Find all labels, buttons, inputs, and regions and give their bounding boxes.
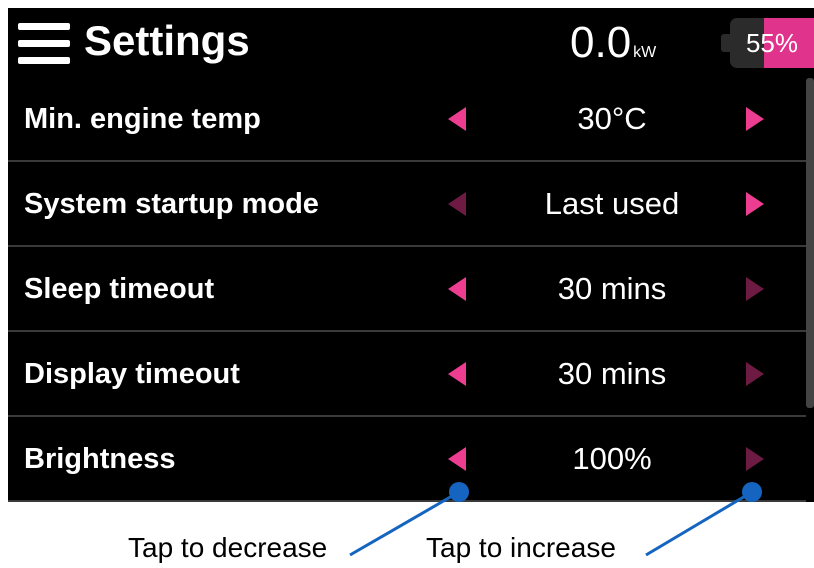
page-title: Settings (84, 17, 250, 64)
decrease-arrow-icon[interactable] (448, 446, 470, 472)
setting-label: System startup mode (24, 188, 319, 220)
increase-arrow-icon[interactable] (746, 361, 768, 387)
increase-arrow-icon[interactable] (746, 106, 768, 132)
battery-indicator: 55% (730, 18, 814, 68)
device-screen: Settings 0.0 kW 55% Min. engine temp 30°C… (8, 8, 814, 502)
setting-value: 30 mins (557, 356, 667, 391)
power-unit: kW (633, 44, 657, 61)
increase-callout-label: Tap to increase (426, 532, 616, 563)
hamburger-menu-icon[interactable] (18, 23, 70, 65)
power-value: 0.0 (570, 18, 632, 67)
increase-arrow-icon[interactable] (746, 191, 768, 217)
decrease-arrow-icon[interactable] (448, 106, 470, 132)
setting-value: 30°C (577, 101, 647, 136)
increase-arrow-icon[interactable] (746, 446, 768, 472)
setting-row-display-timeout: Display timeout 30 mins (8, 333, 806, 417)
decrease-callout-label: Tap to decrease (128, 532, 328, 563)
decrease-arrow-icon[interactable] (448, 361, 470, 387)
power-readout: 0.0 kW (570, 18, 656, 68)
header-bar: Settings 0.0 kW 55% (8, 8, 814, 78)
setting-row-sleep-timeout: Sleep timeout 30 mins (8, 248, 806, 332)
battery-percentage: 55% (745, 27, 799, 58)
setting-label: Sleep timeout (24, 273, 215, 305)
scrollbar[interactable] (806, 78, 814, 408)
setting-row-min-engine-temp: Min. engine temp 30°C (8, 78, 806, 162)
setting-value: 30 mins (557, 271, 667, 306)
setting-row-brightness: Brightness 100% (8, 418, 806, 502)
setting-row-system-startup-mode: System startup mode Last used (8, 163, 806, 247)
setting-label: Min. engine temp (24, 103, 261, 135)
setting-label: Display timeout (24, 358, 240, 390)
decrease-arrow-icon[interactable] (448, 191, 470, 217)
increase-arrow-icon[interactable] (746, 276, 768, 302)
setting-label: Brightness (24, 443, 176, 475)
setting-value: 100% (572, 441, 652, 476)
decrease-arrow-icon[interactable] (448, 276, 470, 302)
setting-value: Last used (544, 186, 680, 221)
